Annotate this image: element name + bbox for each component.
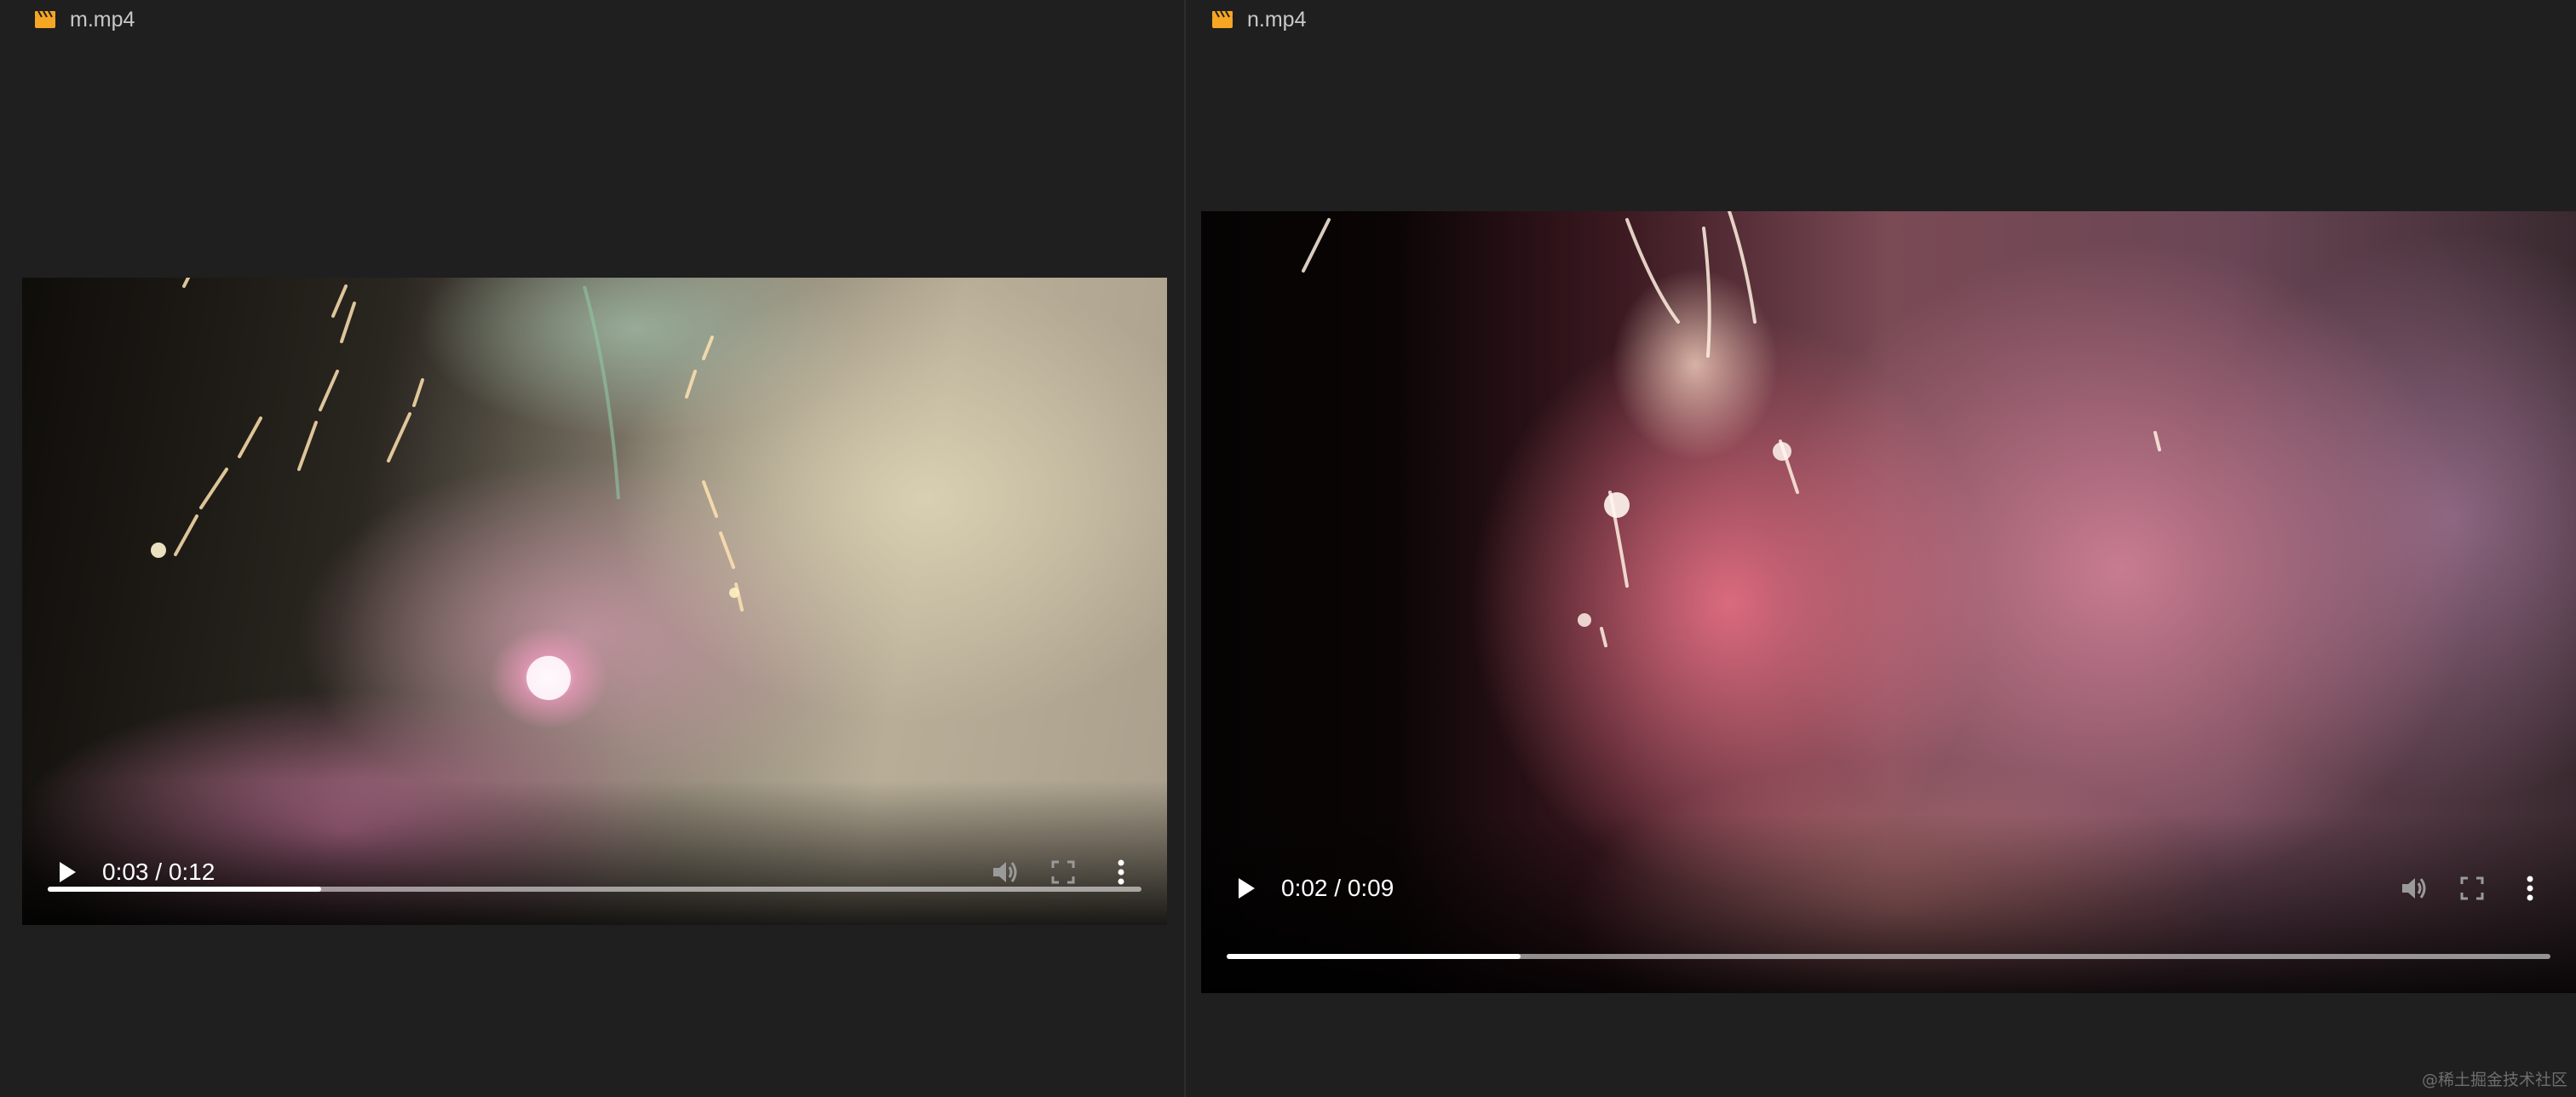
play-icon: [60, 862, 76, 882]
tab-m-mp4[interactable]: m.mp4: [34, 5, 135, 34]
progress-bar[interactable]: [1227, 954, 2550, 959]
volume-icon: [993, 862, 1017, 882]
fullscreen-icon: [1051, 860, 1075, 884]
progress-bar[interactable]: [48, 887, 1141, 892]
time-display: 0:02 / 0:09: [1281, 875, 1394, 901]
video-controls: 0:02 / 0:09: [1201, 863, 2576, 914]
clapperboard-icon: [35, 10, 55, 28]
watermark: @稀土掘金技术社区: [2421, 1071, 2567, 1089]
play-icon: [1239, 878, 1255, 899]
progress-fill: [1227, 954, 1521, 959]
fullscreen-icon: [2460, 876, 2484, 900]
video-player[interactable]: 0:03 / 0:12: [22, 278, 1167, 925]
time-display: 0:03 / 0:12: [102, 859, 216, 885]
fullscreen-button[interactable]: [2443, 863, 2501, 914]
more-options-icon: [1118, 859, 1124, 885]
more-options-button[interactable]: [2501, 863, 2559, 914]
tab-label: m.mp4: [70, 7, 135, 32]
volume-icon: [2402, 878, 2426, 899]
mute-button[interactable]: [2385, 863, 2443, 914]
editor-pane-left: m.mp4 0:03 / 0:12: [0, 0, 1184, 1097]
progress-fill: [48, 887, 321, 892]
tab-n-mp4[interactable]: n.mp4: [1211, 5, 1306, 34]
video-player[interactable]: 0:02 / 0:09: [1201, 211, 2576, 993]
clapperboard-icon: [1212, 10, 1233, 28]
more-options-icon: [2527, 876, 2533, 901]
play-button[interactable]: [1216, 863, 1276, 914]
tab-label: n.mp4: [1247, 7, 1307, 32]
